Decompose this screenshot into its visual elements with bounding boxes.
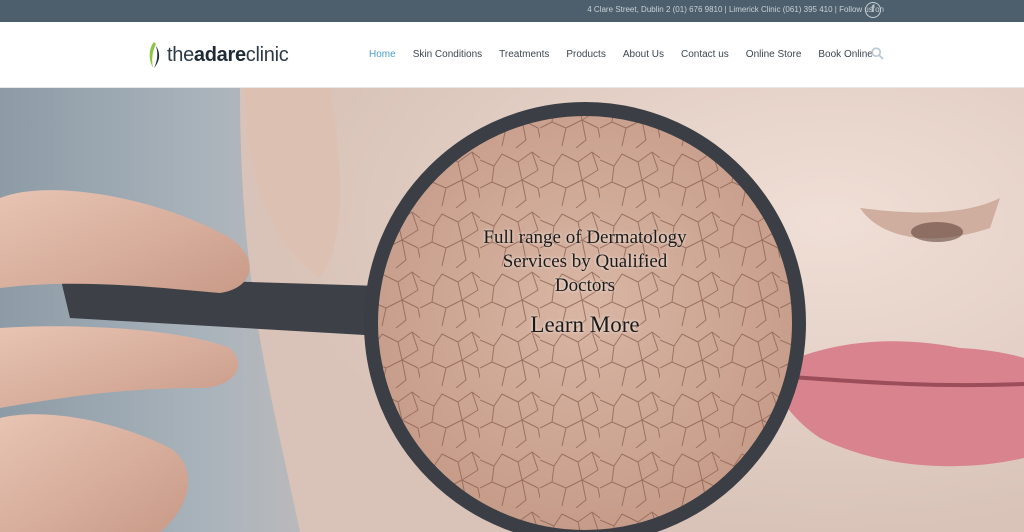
search-icon[interactable]	[871, 47, 884, 60]
hero-heading-line3: Doctors	[554, 275, 616, 296]
learn-more-link[interactable]: Learn More	[530, 312, 639, 338]
nav-item-online-store[interactable]: Online Store	[746, 49, 802, 60]
nav-item-skin-conditions[interactable]: Skin Conditions	[413, 49, 482, 60]
main-nav: Home Skin Conditions Treatments Products…	[369, 49, 890, 60]
logo-text: theadareclinic	[167, 43, 289, 67]
facebook-icon[interactable]: f	[865, 2, 881, 18]
nav-item-about-us[interactable]: About Us	[623, 49, 664, 60]
logo-bold: adare	[193, 43, 246, 66]
nav-item-products[interactable]: Products	[566, 49, 605, 60]
nav-item-treatments[interactable]: Treatments	[499, 49, 549, 60]
hero-heading-line2: Services by Qualified	[502, 251, 668, 272]
site-logo[interactable]: theadareclinic	[145, 39, 289, 71]
hero-banner: Full range of Dermatology Services by Qu…	[0, 88, 1024, 532]
hero-heading-line1: Full range of Dermatology	[483, 227, 687, 248]
top-info-bar: 4 Clare Street, Dublin 2 (01) 676 9810 |…	[0, 0, 1024, 22]
logo-suffix: clinic	[245, 43, 289, 66]
logo-prefix: the	[167, 43, 194, 66]
nav-item-contact-us[interactable]: Contact us	[681, 49, 729, 60]
site-header: theadareclinic Home Skin Conditions Trea…	[0, 22, 1024, 88]
hero-text-block: Full range of Dermatology Services by Qu…	[450, 226, 720, 338]
logo-swoosh-icon	[149, 42, 160, 68]
hero-heading: Full range of Dermatology Services by Qu…	[450, 226, 720, 298]
nav-item-home[interactable]: Home	[369, 49, 396, 60]
nav-item-book-online[interactable]: Book Online	[818, 49, 872, 60]
contact-info-text: 4 Clare Street, Dublin 2 (01) 676 9810 |…	[587, 5, 884, 14]
